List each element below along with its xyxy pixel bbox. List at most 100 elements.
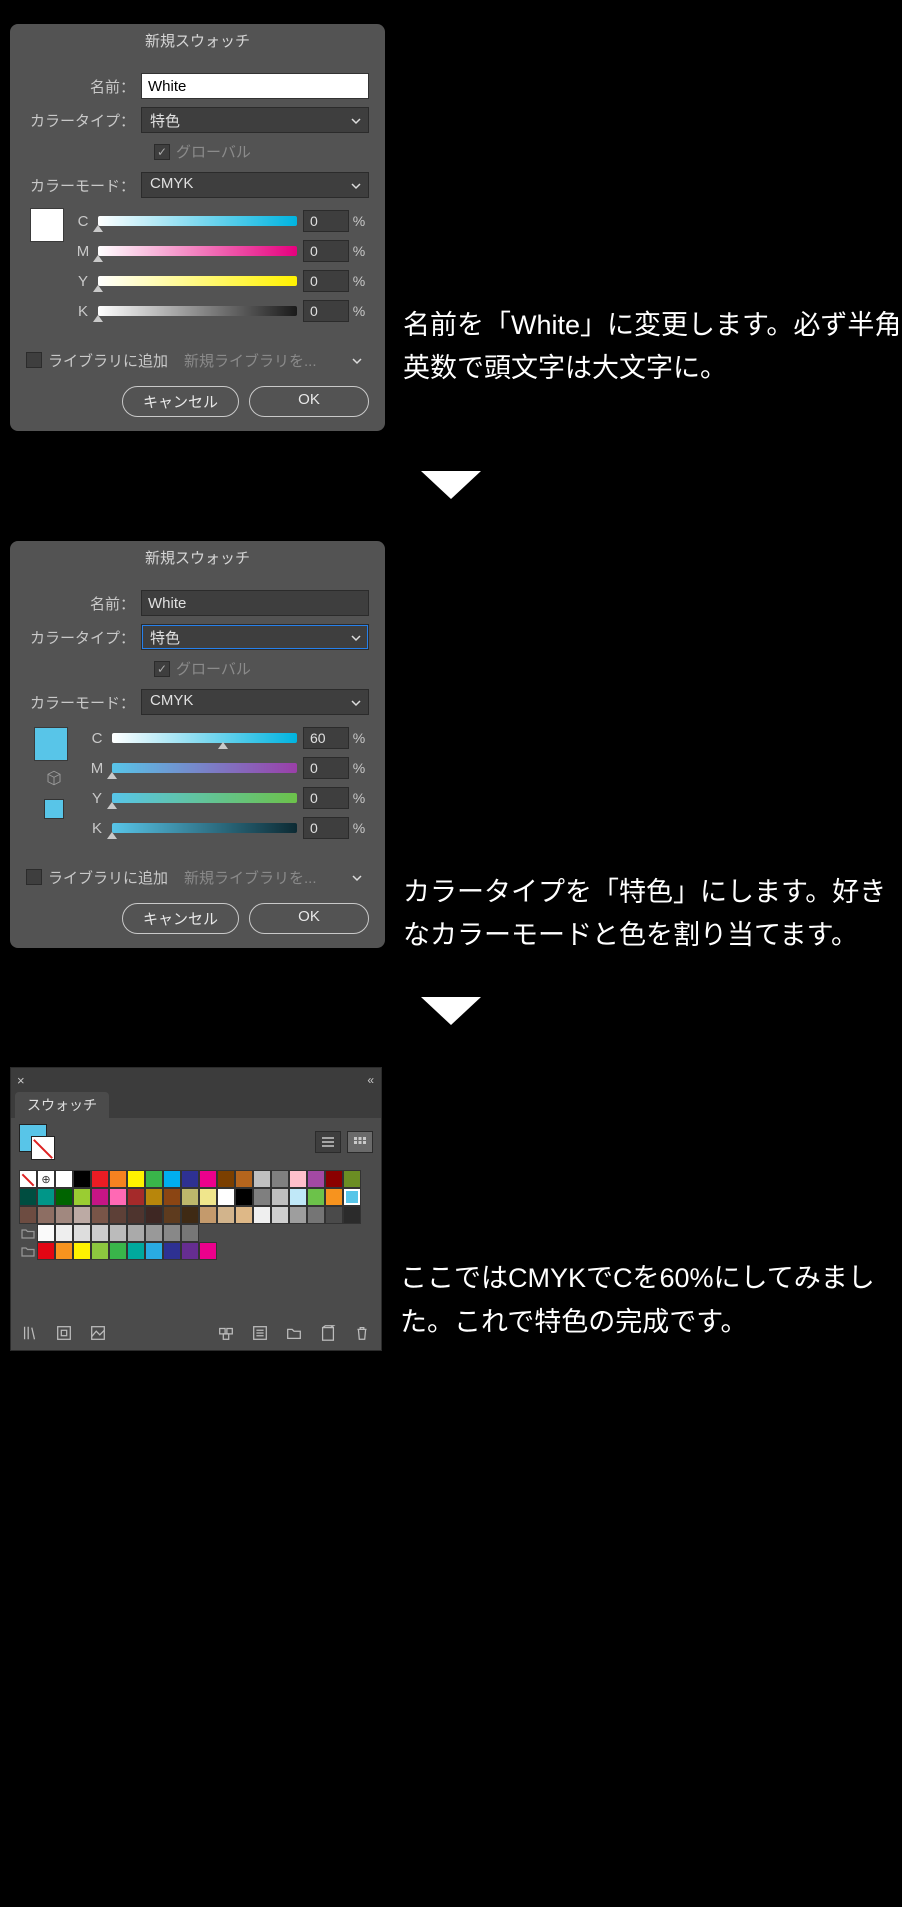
swatch-cell[interactable] [307,1206,325,1224]
swatch-cell[interactable] [325,1170,343,1188]
swatch-cell[interactable] [145,1242,163,1260]
swatch-cell[interactable] [19,1206,37,1224]
swatch-cell[interactable] [199,1242,217,1260]
color-mode-select[interactable]: CMYK [141,172,369,198]
swatch-cell[interactable] [19,1170,37,1188]
swatch-cell[interactable] [343,1170,361,1188]
swatch-cell[interactable] [307,1188,325,1206]
swatch-cell[interactable] [109,1242,127,1260]
swatch-cell[interactable] [217,1188,235,1206]
swatch-cell[interactable] [73,1242,91,1260]
swatch-cell[interactable] [253,1188,271,1206]
swatch-cell[interactable] [127,1206,145,1224]
swatch-cell[interactable] [343,1206,361,1224]
swatch-cell[interactable] [163,1206,181,1224]
swatch-cell[interactable] [325,1188,343,1206]
m-value[interactable] [303,757,349,779]
grid-view-button[interactable] [347,1131,373,1153]
ok-button[interactable]: OK [249,903,369,934]
close-icon[interactable]: × [17,1073,25,1088]
swatch-cell[interactable] [19,1188,37,1206]
panel-menu-icon[interactable]: « [367,1073,375,1087]
swatch-cell[interactable] [271,1170,289,1188]
swatch-cell[interactable] [91,1170,109,1188]
swatch-cell[interactable] [37,1224,55,1242]
swatch-cell[interactable] [307,1170,325,1188]
delete-swatch-icon[interactable] [353,1324,371,1342]
swatch-cell[interactable] [37,1188,55,1206]
swatch-cell[interactable] [73,1224,91,1242]
m-value[interactable] [303,240,349,262]
swatch-cell[interactable] [91,1242,109,1260]
swatch-cell[interactable] [163,1224,181,1242]
swatch-cell[interactable] [127,1188,145,1206]
swatch-cell[interactable] [145,1170,163,1188]
swatch-cell[interactable] [253,1206,271,1224]
folder-icon[interactable] [19,1224,37,1242]
swatch-cell[interactable] [217,1206,235,1224]
swatch-cell[interactable] [127,1170,145,1188]
k-value[interactable] [303,300,349,322]
swatch-cell[interactable]: ⊕ [37,1170,55,1188]
swatch-cell[interactable] [55,1188,73,1206]
swatch-cell[interactable] [181,1242,199,1260]
tab-swatches[interactable]: スウォッチ [15,1092,109,1118]
swatch-cell[interactable] [181,1206,199,1224]
colortype-select[interactable]: 特色 [141,107,369,133]
swatch-cell[interactable] [91,1224,109,1242]
cancel-button[interactable]: キャンセル [122,903,239,934]
swatch-cell[interactable] [289,1188,307,1206]
swatch-cell[interactable] [199,1206,217,1224]
swatch-cell[interactable] [55,1206,73,1224]
cancel-button[interactable]: キャンセル [122,386,239,417]
m-slider[interactable] [98,246,297,256]
swatch-cell[interactable] [199,1170,217,1188]
k-slider[interactable] [112,823,297,833]
name-input[interactable] [141,590,369,616]
add-to-library-checkbox[interactable]: ✓ [26,869,42,885]
y-value[interactable] [303,270,349,292]
new-color-group-icon[interactable] [285,1324,303,1342]
folder-icon[interactable] [19,1242,37,1260]
new-swatch-icon[interactable] [319,1324,337,1342]
swatch-cell[interactable] [145,1188,163,1206]
swatch-cell[interactable] [145,1206,163,1224]
y-slider[interactable] [112,793,297,803]
list-view-button[interactable] [315,1131,341,1153]
swatch-cell[interactable] [199,1188,217,1206]
swatch-cell[interactable] [271,1188,289,1206]
swatch-cell[interactable] [325,1206,343,1224]
swatch-cell[interactable] [109,1224,127,1242]
swatch-cell[interactable] [343,1188,361,1206]
c-slider[interactable] [112,733,297,743]
swatch-cell[interactable] [109,1206,127,1224]
c-slider[interactable] [98,216,297,226]
library-select[interactable]: 新規ライブラリを... [176,348,369,372]
swatch-cell[interactable] [163,1170,181,1188]
color-group-icon[interactable] [217,1324,235,1342]
add-to-library-checkbox[interactable]: ✓ [26,352,42,368]
global-checkbox[interactable]: ✓ [154,144,170,160]
swatch-cell[interactable] [127,1242,145,1260]
swatch-cell[interactable] [163,1242,181,1260]
library-select[interactable]: 新規ライブラリを... [176,865,369,889]
swatch-cell[interactable] [253,1170,271,1188]
colortype-select[interactable]: 特色 [141,624,369,650]
swatch-cell[interactable] [235,1206,253,1224]
swatch-cell[interactable] [289,1206,307,1224]
swatch-cell[interactable] [55,1170,73,1188]
y-value[interactable] [303,787,349,809]
swatch-cell[interactable] [37,1206,55,1224]
swatch-cell[interactable] [217,1170,235,1188]
current-color-icon[interactable] [19,1124,55,1160]
swatch-cell[interactable] [91,1188,109,1206]
swatch-cell[interactable] [181,1224,199,1242]
c-value[interactable] [303,210,349,232]
swatch-cell[interactable] [73,1206,91,1224]
color-mode-select[interactable]: CMYK [141,689,369,715]
ok-button[interactable]: OK [249,386,369,417]
swatch-cell[interactable] [235,1170,253,1188]
swatch-cell[interactable] [91,1206,109,1224]
swatch-cell[interactable] [73,1188,91,1206]
swatch-cell[interactable] [109,1170,127,1188]
